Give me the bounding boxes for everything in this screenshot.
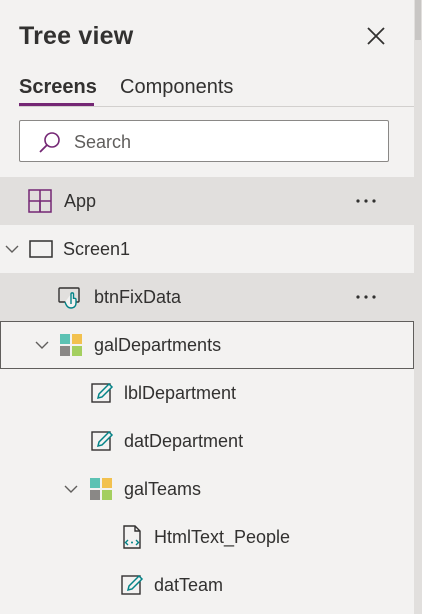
edit-icon <box>121 574 144 595</box>
tree-item-label: galDepartments <box>94 335 222 355</box>
chevron-down-icon[interactable] <box>34 337 50 353</box>
tree-item-lbldepartment[interactable]: lblDepartment <box>0 369 414 417</box>
edit-icon <box>91 430 114 451</box>
app-icon <box>28 189 52 213</box>
scrollbar-thumb[interactable] <box>415 0 421 40</box>
tree-item-label: datTeam <box>154 575 224 595</box>
tree-item-screen1[interactable]: Screen1 <box>0 225 414 273</box>
search-box[interactable] <box>19 120 389 162</box>
search-icon <box>39 132 60 153</box>
scrollbar[interactable] <box>414 0 422 614</box>
gallery-icon <box>90 478 112 500</box>
tree-item-label: btnFixData <box>94 287 182 307</box>
tree-item-label: App <box>64 191 97 211</box>
gallery-icon <box>60 334 82 356</box>
more-options-icon[interactable] <box>352 285 380 309</box>
tree-item-datteam[interactable]: datTeam <box>0 561 414 609</box>
tree-item-label: lblDepartment <box>124 383 237 403</box>
tree-item-label: Screen1 <box>63 239 131 259</box>
search-input[interactable] <box>74 130 374 154</box>
button-icon <box>58 287 80 309</box>
chevron-down-icon[interactable] <box>63 481 79 497</box>
html-text-icon <box>123 525 141 549</box>
panel-title: Tree view <box>19 22 134 50</box>
tree-item-label: datDepartment <box>124 431 244 451</box>
close-icon[interactable] <box>364 24 388 48</box>
chevron-down-icon[interactable] <box>4 241 20 257</box>
tree-item-galteams[interactable]: galTeams <box>0 465 414 513</box>
tree-item-label: galTeams <box>124 479 202 499</box>
more-options-icon[interactable] <box>352 189 380 213</box>
tree-item-htmltext-people[interactable]: HtmlText_People <box>0 513 414 561</box>
tab-screens[interactable]: Screens <box>19 76 97 99</box>
tree-item-btnfixdata[interactable]: btnFixData <box>0 273 414 321</box>
tree-item-datdepartment[interactable]: datDepartment <box>0 417 414 465</box>
edit-icon <box>91 382 114 403</box>
tree-item-label: HtmlText_People <box>154 527 291 547</box>
tabs-divider <box>19 106 414 107</box>
tree-item-galdepartments[interactable]: galDepartments <box>0 321 414 369</box>
tree-item-app[interactable]: App <box>0 177 414 225</box>
screen-icon <box>29 240 53 258</box>
tree-view-panel: Tree view Screens Components App <box>0 0 414 614</box>
tab-components[interactable]: Components <box>120 76 233 99</box>
